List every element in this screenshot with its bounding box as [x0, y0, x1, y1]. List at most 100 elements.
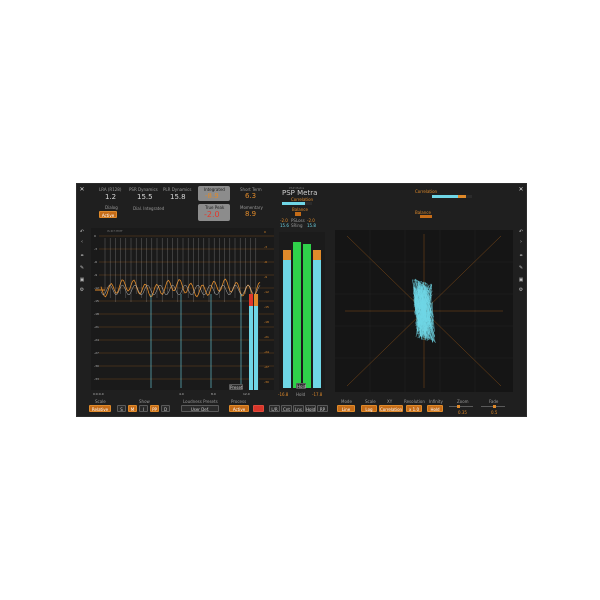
display-icon-right[interactable]: ▣ [518, 278, 524, 283]
presets-label: Loudness Presets [183, 399, 218, 404]
close-icon-right[interactable]: ✕ [518, 187, 524, 193]
graph-y-tick: -27 [94, 351, 99, 355]
process-dropdown[interactable]: Active [229, 405, 249, 412]
preset-button[interactable]: Preset [229, 384, 243, 390]
infinity-dropdown[interactable]: Hold [427, 405, 443, 412]
presets-dropdown[interactable]: User Def. [181, 405, 219, 412]
integrated-value: -8.9 [205, 192, 219, 200]
level-scale-tick: -6 [264, 260, 267, 264]
gear-icon-right[interactable]: ⚙ [518, 288, 524, 293]
channel-button-lr[interactable]: L/R [269, 405, 280, 412]
graph-x-tick: 4.0 [179, 392, 184, 396]
graph-header: IS:D7:HMT [107, 229, 123, 233]
correlation-meter [282, 202, 312, 205]
show-button-i[interactable]: I [139, 405, 148, 412]
level-meter-peak [293, 242, 301, 252]
graph-x-tick: 12.0 [243, 392, 250, 396]
graph-y-tick: -12 [94, 286, 99, 290]
graph-y-tick: -24 [94, 338, 99, 342]
edit-icon-right[interactable]: ✎ [518, 266, 524, 271]
goniometer-display [335, 230, 513, 392]
meter-bottom-center: Hold [296, 392, 306, 397]
link-icon-right[interactable]: ⚭ [518, 254, 524, 259]
show-button-pp[interactable]: PP [150, 405, 159, 412]
loudness-history-graph [91, 228, 274, 390]
resolution-label: Resolution [404, 399, 425, 404]
short-term-value: 6.3 [245, 192, 257, 200]
level-meter-peak [313, 250, 321, 260]
gear-icon[interactable]: ⚙ [79, 288, 85, 293]
show-button-s[interactable]: S [117, 405, 126, 412]
graph-y-tick: -21 [94, 325, 99, 329]
gonio-balance-indicator [420, 215, 432, 218]
meter-bottom-right: -17.8 [312, 392, 323, 397]
level-meters [279, 232, 325, 390]
resolution-dropdown[interactable]: x 1.0 [406, 405, 422, 412]
channel-button-lns[interactable]: Lns [293, 405, 304, 412]
link-icon[interactable]: ⚭ [79, 254, 85, 259]
scale-label: Scale [95, 399, 106, 404]
channel-button-cnt[interactable]: Cnt [281, 405, 292, 412]
level-scale-tick: 0 [264, 230, 266, 234]
graph-y-tick: -6 [94, 260, 97, 264]
xy-dropdown[interactable]: Correlation [379, 405, 403, 412]
mode-label: Mode [341, 399, 352, 404]
scale2-dropdown[interactable]: Log [361, 405, 377, 412]
balance-indicator [295, 212, 301, 216]
zoom-slider[interactable] [449, 405, 473, 408]
momentary-value: 8.9 [245, 210, 257, 218]
show-label: Show [139, 399, 150, 404]
correlation-fill [282, 202, 306, 205]
dialog-active-button[interactable]: Active [99, 211, 117, 218]
show-button-m[interactable]: M [128, 405, 137, 412]
fade-value: 0.5 [491, 410, 498, 415]
channel-button-hold[interactable]: Hold [305, 405, 316, 412]
graph-x-tick: 8.0 [211, 392, 216, 396]
undo-icon-right[interactable]: ↶ [518, 230, 524, 235]
true-peak-value: -2.0 [204, 210, 220, 219]
plr-label: PLR Dynamics [163, 187, 192, 192]
dial-integrated-label: Dial. Integrated [133, 206, 165, 211]
graph-y-tick: -30 [94, 364, 99, 368]
readout-left2: 15.6 [280, 223, 289, 228]
level-meter-bar [313, 250, 321, 388]
psr-label: PSR Dynamics [129, 187, 158, 192]
level-scale-tick: -27 [264, 365, 269, 369]
record-button[interactable] [253, 405, 264, 412]
fade-label: Fade [489, 399, 499, 404]
level-scale-tick: -9 [264, 275, 267, 279]
level-scale-tick: -30 [264, 380, 269, 384]
level-scale-tick: -21 [264, 335, 269, 339]
infinity-label: Infinity [429, 399, 443, 404]
hold-button[interactable]: Hold [296, 383, 306, 389]
process-label: Process [231, 399, 247, 404]
psr-value: 15.5 [137, 193, 153, 201]
close-icon[interactable]: ✕ [79, 187, 85, 193]
zoom-value: 0.35 [458, 410, 467, 415]
mode-dropdown[interactable]: Line [337, 405, 355, 412]
scale2-label: Scale [365, 399, 376, 404]
level-scale-tick: -3 [264, 245, 267, 249]
graph-y-tick: -9 [94, 273, 97, 277]
display-icon[interactable]: ▣ [79, 278, 85, 283]
graph-y-tick: -18 [94, 312, 99, 316]
show-button-d[interactable]: D [161, 405, 170, 412]
gonio-correlation-label: Correlation [415, 189, 438, 194]
graph-y-tick: -33 [94, 377, 99, 381]
graph-y-tick: 0 [94, 234, 96, 238]
scale-dropdown[interactable]: Relative [89, 405, 111, 412]
level-scale-tick: -12 [264, 290, 269, 294]
xy-label: XY [387, 399, 393, 404]
chevron-right-icon[interactable]: › [518, 240, 524, 245]
graph-x-tick: 0:0:0.0 [93, 392, 104, 396]
undo-icon[interactable]: ↶ [79, 230, 85, 235]
level-meter-bar [303, 244, 311, 388]
lra-value: 1.2 [105, 193, 117, 201]
channel-button-rp[interactable]: RP [317, 405, 328, 412]
edit-icon[interactable]: ✎ [79, 266, 85, 271]
graph-y-tick: -3 [94, 247, 97, 251]
fade-slider[interactable] [481, 405, 505, 408]
psp-metra-window: ✕ ↶ ‹ ⚭ ✎ ▣ ⚙ ✕ ↶ › ⚭ ✎ ▣ ⚙ LRA (R128) 1… [76, 183, 527, 417]
level-meter-bar [293, 242, 301, 388]
chevron-left-icon[interactable]: ‹ [79, 240, 85, 245]
